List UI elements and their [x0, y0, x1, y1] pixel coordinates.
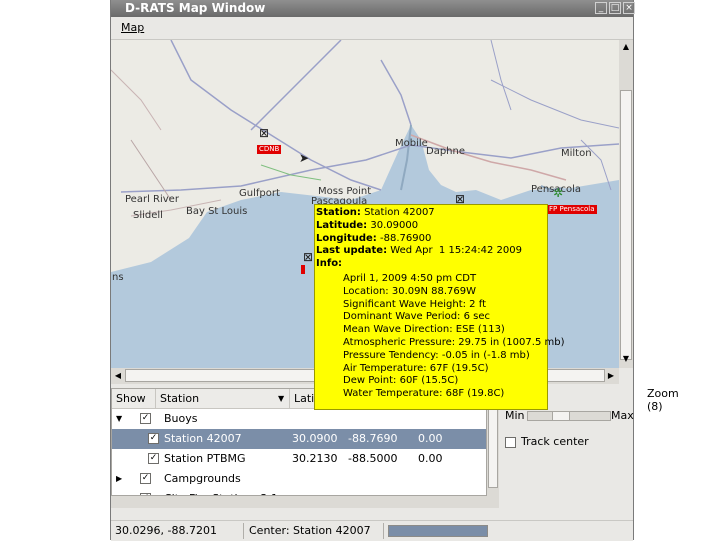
tree-row[interactable]: ▶✓City Fire Stations 2.1	[112, 489, 486, 495]
map-label-edge: ns	[112, 272, 124, 283]
popup-detail-line: Pressure Tendency: -0.05 in (-1.8 mb)	[343, 349, 530, 361]
status-separator	[243, 523, 244, 539]
station-pensacola-tag[interactable]: FP Pensacola	[547, 205, 597, 214]
map-label-bay-st-louis: Bay St Louis	[186, 206, 248, 217]
zoom-slider-handle[interactable]	[552, 412, 570, 420]
status-bar: 30.0296, -88.7201 Center: Station 42007	[111, 520, 633, 541]
popup-last-update-row: Last update: Wed Apr 1 15:24:42 2009	[316, 245, 522, 257]
popup-station-value: Station 42007	[364, 207, 435, 218]
column-header-station[interactable]: Station ▼	[156, 389, 290, 409]
map-vertical-scrollbar[interactable]: ▲ ▼	[619, 40, 633, 368]
popup-detail-line: April 1, 2009 4:50 pm CDT	[343, 272, 477, 284]
show-checkbox[interactable]: ✓	[140, 473, 151, 484]
station-42007-tag[interactable]	[301, 265, 305, 274]
popup-detail-line: Air Temperature: 67F (19.5C)	[343, 362, 489, 374]
station-name: Station PTBMG	[164, 452, 246, 465]
popup-last-update-value: Wed Apr 1 15:24:42 2009	[390, 245, 522, 257]
tree-row[interactable]: ▶ ✓ Campgrounds	[112, 469, 486, 489]
station-latitude: 30.2130	[292, 452, 338, 465]
close-button[interactable]: ×	[623, 2, 635, 14]
station-altitude: 0.00	[418, 432, 443, 445]
tree-row[interactable]: ✓ Station 42007 30.0900 -88.7690 0.00	[112, 429, 486, 449]
station-42007-icon[interactable]: ⊠	[301, 250, 315, 264]
scroll-left-arrow-icon[interactable]: ◀	[112, 370, 124, 382]
show-checkbox[interactable]: ✓	[148, 433, 159, 444]
popup-longitude-value: -88.76900	[379, 232, 432, 244]
show-checkbox[interactable]: ✓	[148, 453, 159, 464]
popup-latitude-row: Latitude: 30.09000	[316, 219, 419, 231]
maximize-button[interactable]: □	[609, 2, 621, 14]
window-title: D-RATS Map Window	[125, 1, 266, 15]
zoom-min-label: Min	[505, 409, 525, 422]
map-label-slidell: Slidell	[133, 210, 163, 221]
map-label-mobile: Mobile	[395, 138, 428, 149]
expander-icon[interactable]: ▼	[116, 409, 122, 429]
station-latitude: 30.0900	[292, 432, 338, 445]
sort-arrow-icon: ▼	[278, 394, 285, 403]
station-name: Buoys	[164, 412, 198, 425]
zoom-max-label: Max	[611, 409, 634, 422]
tree-row[interactable]: ▼ ✓ Buoys	[112, 409, 486, 429]
station-name: Station 42007	[164, 432, 242, 445]
track-center-label[interactable]: Track center	[521, 435, 589, 448]
tree-horizontal-scrollbar[interactable]	[111, 496, 487, 508]
popup-detail-line: Dew Point: 60F (15.5C)	[343, 375, 459, 387]
station-pensacola-icon[interactable]: ✲	[551, 186, 565, 200]
popup-detail-line: Mean Wave Direction: ESE (113)	[343, 324, 505, 336]
popup-latitude-value: 30.09000	[370, 219, 419, 231]
column-header-show[interactable]: Show	[112, 389, 156, 409]
popup-detail-line: Atmospheric Pressure: 29.75 in (1007.5 m…	[343, 336, 565, 348]
scroll-right-arrow-icon[interactable]: ▶	[605, 370, 617, 382]
map-center-status: Center: Station 42007	[249, 524, 371, 537]
station-longitude: -88.5000	[348, 452, 398, 465]
mouse-cursor-icon: ➤	[298, 151, 310, 165]
popup-info-row: Info:	[316, 258, 343, 270]
zoom-label: Zoom (8)	[647, 387, 679, 413]
station-cdnb-icon[interactable]: ⊠	[257, 126, 271, 140]
popup-detail-line: Location: 30.09N 88.769W	[343, 285, 477, 297]
menu-map[interactable]: Map	[121, 21, 144, 34]
tree-row[interactable]: ✓ Station PTBMG 30.2130 -88.5000 0.00	[112, 449, 486, 469]
popup-detail-line: Significant Wave Height: 2 ft	[343, 298, 486, 310]
station-name: Campgrounds	[164, 472, 241, 485]
expander-icon[interactable]: ▶	[116, 489, 122, 495]
map-label-pearl-river: Pearl River	[125, 194, 179, 205]
station-longitude: -88.7690	[348, 432, 398, 445]
show-checkbox[interactable]: ✓	[140, 413, 151, 424]
title-bar[interactable]: D-RATS Map Window _ □ ×	[111, 0, 635, 17]
map-label-milton: Milton	[561, 148, 592, 159]
scroll-down-arrow-icon[interactable]: ▼	[620, 354, 632, 364]
popup-longitude-row: Longitude: -88.76900	[316, 232, 432, 244]
minimize-button[interactable]: _	[595, 2, 607, 14]
map-vertical-scroll-thumb[interactable]	[620, 90, 632, 360]
menu-bar: Map	[111, 17, 633, 40]
station-name: City Fire Stations 2.1	[164, 489, 278, 495]
station-altitude: 0.00	[418, 452, 443, 465]
status-progress-bar	[388, 525, 488, 537]
zoom-slider[interactable]	[527, 411, 611, 421]
station-cdnb-tag[interactable]: CDNB	[257, 145, 282, 154]
map-label-daphne: Daphne	[426, 146, 466, 157]
track-center-checkbox[interactable]	[505, 437, 516, 448]
popup-detail-line: Water Temperature: 68F (19.8C)	[343, 388, 505, 400]
popup-detail-line: Dominant Wave Period: 6 sec	[343, 311, 490, 323]
station-info-popup: Station: Station 42007 Latitude: 30.0900…	[314, 204, 565, 410]
cursor-coordinates: 30.0296, -88.7201	[115, 524, 217, 537]
map-label-gulfport: Gulfport	[239, 188, 280, 199]
scroll-up-arrow-icon[interactable]: ▲	[620, 42, 632, 52]
popup-station-row: Station: Station 42007	[316, 207, 435, 218]
status-separator	[383, 523, 384, 539]
expander-icon[interactable]: ▶	[116, 469, 122, 489]
